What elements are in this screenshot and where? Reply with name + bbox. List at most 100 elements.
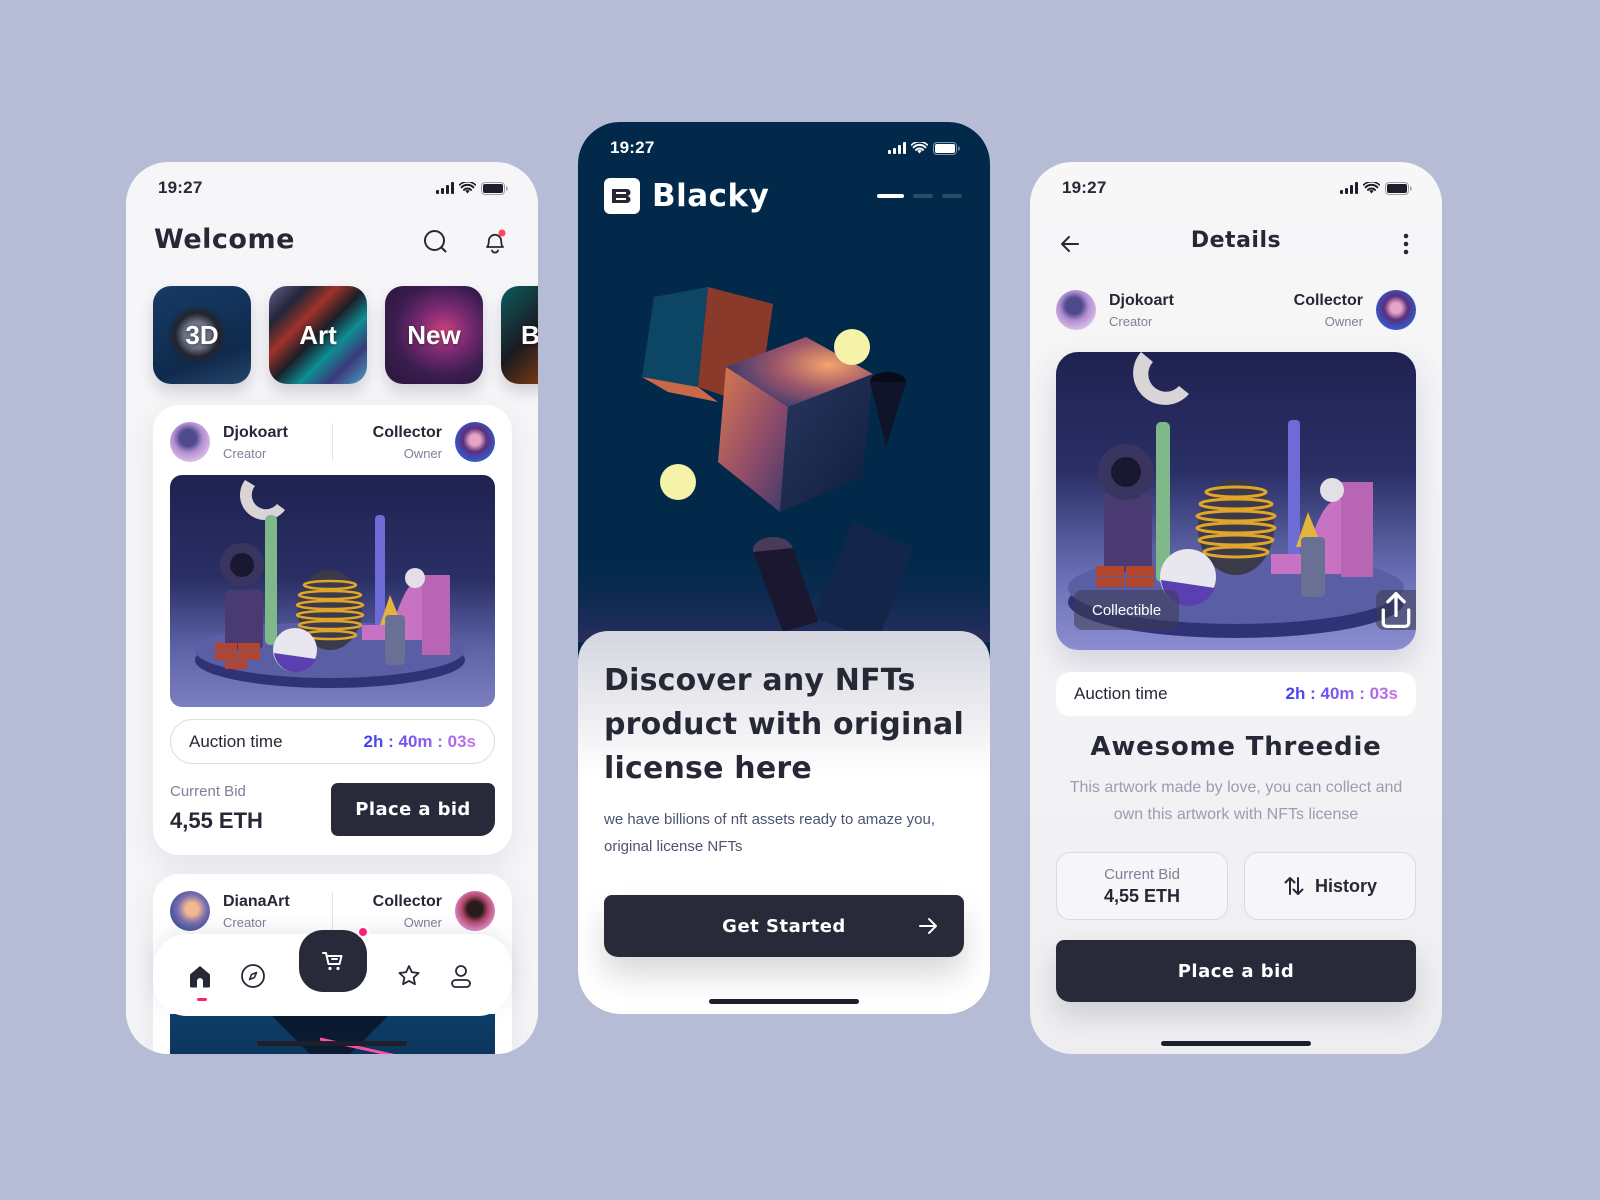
bell-icon: [486, 229, 506, 254]
creator-avatar[interactable]: [170, 422, 210, 462]
owner-avatar[interactable]: [455, 891, 495, 931]
history-button[interactable]: History: [1244, 852, 1416, 920]
cart-icon: [322, 952, 343, 971]
battery-icon: [481, 181, 508, 195]
hero-illustration: [578, 222, 990, 642]
brand-name: Blacky: [652, 178, 770, 214]
status-time: 19:27: [158, 178, 203, 197]
history-label: History: [1314, 875, 1377, 896]
battery-icon: [1385, 181, 1412, 195]
owner-avatar[interactable]: [1376, 290, 1416, 330]
sort-arrows-icon: [1284, 877, 1304, 895]
auction-label: Auction time: [1074, 684, 1168, 703]
bottom-nav: [153, 926, 512, 1016]
cart-badge: [357, 926, 369, 938]
place-bid-button[interactable]: Place a bid: [1056, 940, 1416, 1002]
more-vertical-icon: [1403, 233, 1409, 255]
artwork-description: This artwork made by love, you can colle…: [1069, 779, 1403, 823]
more-options-button[interactable]: [1396, 230, 1416, 258]
home-indicator: [709, 999, 859, 1004]
artwork-title: Awesome Threedie: [1090, 732, 1382, 762]
creator-avatar[interactable]: [170, 891, 210, 931]
signal-icon: [888, 142, 906, 154]
notifications-button[interactable]: [481, 228, 509, 256]
artwork-image[interactable]: [170, 475, 495, 707]
arrow-right-icon: [919, 918, 937, 934]
creator-avatar[interactable]: [1056, 290, 1096, 330]
wifi-icon: [911, 142, 928, 154]
status-bar: 19:27: [610, 136, 960, 160]
owner-name: Collector: [372, 423, 442, 441]
owner-role: Owner: [403, 445, 442, 461]
onboarding-screen: 19:27 Blacky Discover any NFTs product w…: [578, 122, 990, 1014]
page-dot[interactable]: [913, 194, 933, 198]
creator-role: Creator: [223, 914, 267, 930]
collectible-tag[interactable]: Collectible: [1074, 590, 1180, 630]
auction-timer-row: Auction time 2h : 40m : 03s: [170, 719, 495, 764]
owner-role: Owner: [1324, 313, 1363, 329]
active-indicator: [197, 998, 207, 1001]
status-time: 19:27: [610, 138, 655, 157]
star-icon: [398, 965, 420, 986]
current-bid-label: Current Bid: [170, 783, 246, 800]
search-icon: [424, 230, 447, 253]
place-bid-button[interactable]: Place a bid: [331, 783, 495, 836]
get-started-label: Get Started: [722, 915, 846, 937]
nav-profile[interactable]: [445, 960, 477, 992]
share-button[interactable]: [1376, 590, 1416, 630]
current-bid-value: 4,55 ETH: [170, 808, 263, 833]
category-art[interactable]: Art: [269, 286, 367, 384]
owner-name: Collector: [1293, 291, 1363, 309]
wifi-icon: [459, 182, 476, 194]
signal-icon: [436, 182, 454, 194]
auction-countdown: 2h : 40m : 03s: [1285, 684, 1398, 703]
category-label: Be: [521, 319, 538, 350]
artwork-image[interactable]: Collectible: [1056, 352, 1416, 650]
nft-card[interactable]: Djokoart Creator Collector Owner Auction…: [153, 405, 512, 855]
nav-explore[interactable]: [237, 960, 269, 992]
auction-label: Auction time: [189, 731, 283, 751]
category-new[interactable]: New: [385, 286, 483, 384]
brand-logo: Blacky: [604, 178, 769, 214]
creator-owner-row: Djokoart Creator Collector Owner: [170, 422, 495, 462]
creator-name: DianaArt: [223, 892, 290, 910]
onboarding-sheet: Discover any NFTs product with original …: [578, 631, 990, 1014]
owner-avatar[interactable]: [455, 422, 495, 462]
status-bar: 19:27: [158, 176, 508, 200]
creator-owner-row: DianaArt Creator Collector Owner: [170, 891, 495, 931]
battery-icon: [933, 141, 960, 155]
auction-timer-row: Auction time 2h : 40m : 03s: [1056, 672, 1416, 716]
category-label: Art: [299, 319, 337, 350]
nav-cart[interactable]: [299, 926, 369, 992]
category-list: 3D Art New Be: [153, 286, 538, 384]
wifi-icon: [1363, 182, 1380, 194]
headline: Discover any NFTs product with original …: [604, 663, 964, 786]
creator-role: Creator: [223, 445, 267, 461]
page-dot-active[interactable]: [877, 194, 904, 198]
signal-icon: [1340, 182, 1358, 194]
page-indicator: [877, 194, 962, 198]
category-3d[interactable]: 3D: [153, 286, 251, 384]
page-dot[interactable]: [942, 194, 962, 198]
get-started-button[interactable]: Get Started: [604, 895, 964, 957]
nav-favorites[interactable]: [393, 960, 425, 992]
category-label: 3D: [185, 319, 219, 350]
creator-owner-row: Djokoart Creator Collector Owner: [1056, 290, 1416, 330]
artwork-image[interactable]: [170, 1014, 495, 1054]
current-bid-label: Current Bid: [1104, 865, 1180, 883]
page-title: Welcome: [154, 224, 295, 255]
category-partial[interactable]: Be: [501, 286, 538, 384]
page-title: Details: [1190, 228, 1282, 253]
owner-name: Collector: [372, 892, 442, 910]
creator-name: Djokoart: [223, 423, 288, 441]
status-bar: 19:27: [1062, 176, 1412, 200]
owner-role: Owner: [403, 914, 442, 930]
search-button[interactable]: [422, 228, 450, 256]
category-label: New: [407, 319, 461, 350]
auction-countdown: 2h : 40m : 03s: [363, 731, 476, 751]
profile-icon: [451, 965, 471, 988]
nav-home[interactable]: [184, 960, 216, 992]
home-indicator: [257, 1041, 407, 1046]
compass-icon: [241, 964, 265, 988]
status-time: 19:27: [1062, 178, 1107, 197]
